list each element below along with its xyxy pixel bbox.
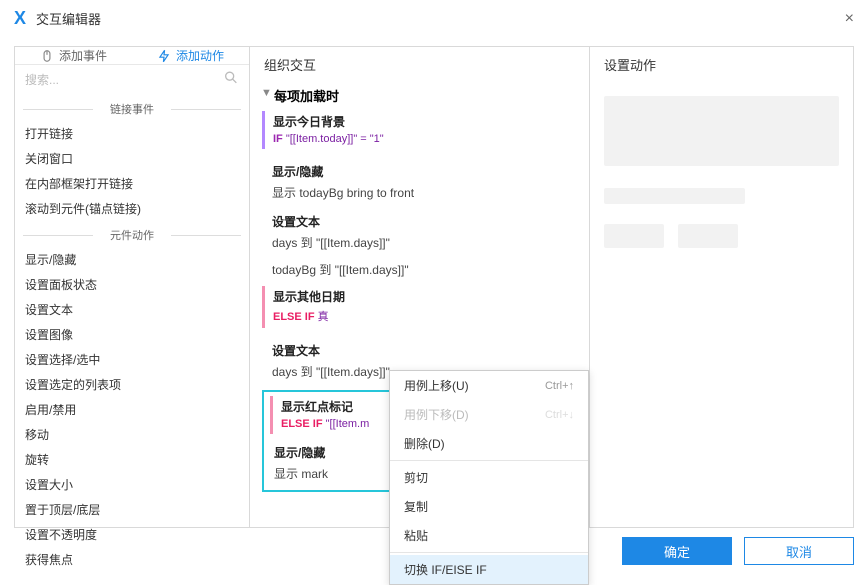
context-menu-item[interactable]: 删除(D) [390,429,588,458]
action-list-item[interactable]: 打开链接 [15,121,249,146]
search-row [15,64,249,95]
section-widget-actions: 元件动作 [15,227,249,243]
action-list-item[interactable]: 设置大小 [15,472,249,497]
placeholder-block [604,96,839,166]
app-logo-icon: X [14,8,26,29]
case-show-other-date[interactable]: 显示其他日期 ELSE IF 真 [262,286,577,328]
chevron-down-icon[interactable]: ▼ [261,87,272,99]
context-menu-shortcut: Ctrl+↑ [545,380,574,392]
search-icon[interactable] [223,70,239,91]
event-root[interactable]: ▼ 每项加载时 [262,84,577,111]
action-list-item[interactable]: 在内部框架打开链接 [15,171,249,196]
case-title: 显示其他日期 [273,288,577,305]
left-panel: 添加事件 添加动作 链接事件 打开链接关闭窗口在内部框架打开链接滚动到元件(锚点… [14,46,250,528]
placeholder-button [678,224,738,248]
organize-title: 组织交互 [262,55,577,74]
ok-button[interactable]: 确定 [622,537,732,565]
action-list-item[interactable]: 设置选择/选中 [15,347,249,372]
action-list-item[interactable]: 设置文本 [15,297,249,322]
context-menu-label: 切换 IF/EISE IF [404,561,487,578]
context-menu-label: 用例下移(D) [404,406,469,423]
action-list-item[interactable]: 设置面板状态 [15,272,249,297]
action-list-item[interactable]: 关闭窗口 [15,146,249,171]
action-detail: days 到 "[[Item.days]]" [262,232,577,259]
menu-separator [390,460,588,461]
placeholder-line [604,188,745,204]
context-menu-item[interactable]: 用例上移(U) Ctrl+↑ [390,371,588,400]
context-menu-label: 复制 [404,498,428,515]
action-list-item[interactable]: 置于顶层/底层 [15,497,249,522]
close-icon[interactable]: × [845,10,854,28]
action-list-item[interactable]: 启用/禁用 [15,397,249,422]
action-list-item[interactable]: 设置选定的列表项 [15,372,249,397]
context-menu-label: 剪切 [404,469,428,486]
action-list-item[interactable]: 滚动到元件(锚点链接) [15,196,249,221]
action-list-item[interactable]: 移动 [15,422,249,447]
context-menu-label: 粘贴 [404,527,428,544]
footer: 确定 取消 [622,537,854,565]
search-input[interactable] [21,68,243,92]
case-condition: IF "[[Item.today]]" = "1" [273,133,577,145]
context-menu-item: 用例下移(D) Ctrl+↓ [390,400,588,429]
action-list-item[interactable]: 获得焦点 [15,547,249,572]
tab-add-event[interactable]: 添加事件 [15,47,132,64]
context-menu-item[interactable]: 切换 IF/EISE IF [390,555,588,584]
config-title: 设置动作 [604,55,839,74]
action-list-item[interactable]: 设置不透明度 [15,522,249,547]
action-list-item[interactable]: 显示/隐藏 [15,247,249,272]
action-list-item[interactable]: 设置图像 [15,322,249,347]
menu-separator [390,552,588,553]
context-menu-shortcut: Ctrl+↓ [545,409,574,421]
right-panel: 设置动作 [590,46,854,528]
window-title: 交互编辑器 [36,9,101,28]
context-menu-item[interactable]: 剪切 [390,463,588,492]
action-list-item[interactable]: 旋转 [15,447,249,472]
section-link-events: 链接事件 [15,101,249,117]
action-title[interactable]: 设置文本 [262,209,577,232]
cancel-button[interactable]: 取消 [744,537,854,565]
tab-add-action-label: 添加动作 [176,47,224,64]
action-detail: 显示 todayBg bring to front [262,182,577,209]
context-menu: 用例上移(U) Ctrl+↑ 用例下移(D) Ctrl+↓ 删除(D) 剪切复制粘贴切换 … [389,370,589,585]
event-root-label: 每项加载时 [274,89,339,104]
tab-add-event-label: 添加事件 [59,47,107,64]
mouse-icon [40,49,54,63]
context-menu-label: 用例上移(U) [404,377,469,394]
context-menu-item[interactable]: 粘贴 [390,521,588,550]
tab-add-action[interactable]: 添加动作 [132,47,249,64]
case-show-today-bg[interactable]: 显示今日背景 IF "[[Item.today]]" = "1" [262,111,577,149]
lightning-icon [157,49,171,63]
titlebar: X 交互编辑器 × [0,0,868,38]
case-title: 显示今日背景 [273,113,577,130]
context-menu-label: 删除(D) [404,435,445,452]
placeholder-button [604,224,664,248]
case-condition: ELSE IF 真 [273,308,577,324]
action-title[interactable]: 显示/隐藏 [262,159,577,182]
action-title[interactable]: 设置文本 [262,338,577,361]
context-menu-item[interactable]: 复制 [390,492,588,521]
action-detail: todayBg 到 "[[Item.days]]" [262,259,577,286]
